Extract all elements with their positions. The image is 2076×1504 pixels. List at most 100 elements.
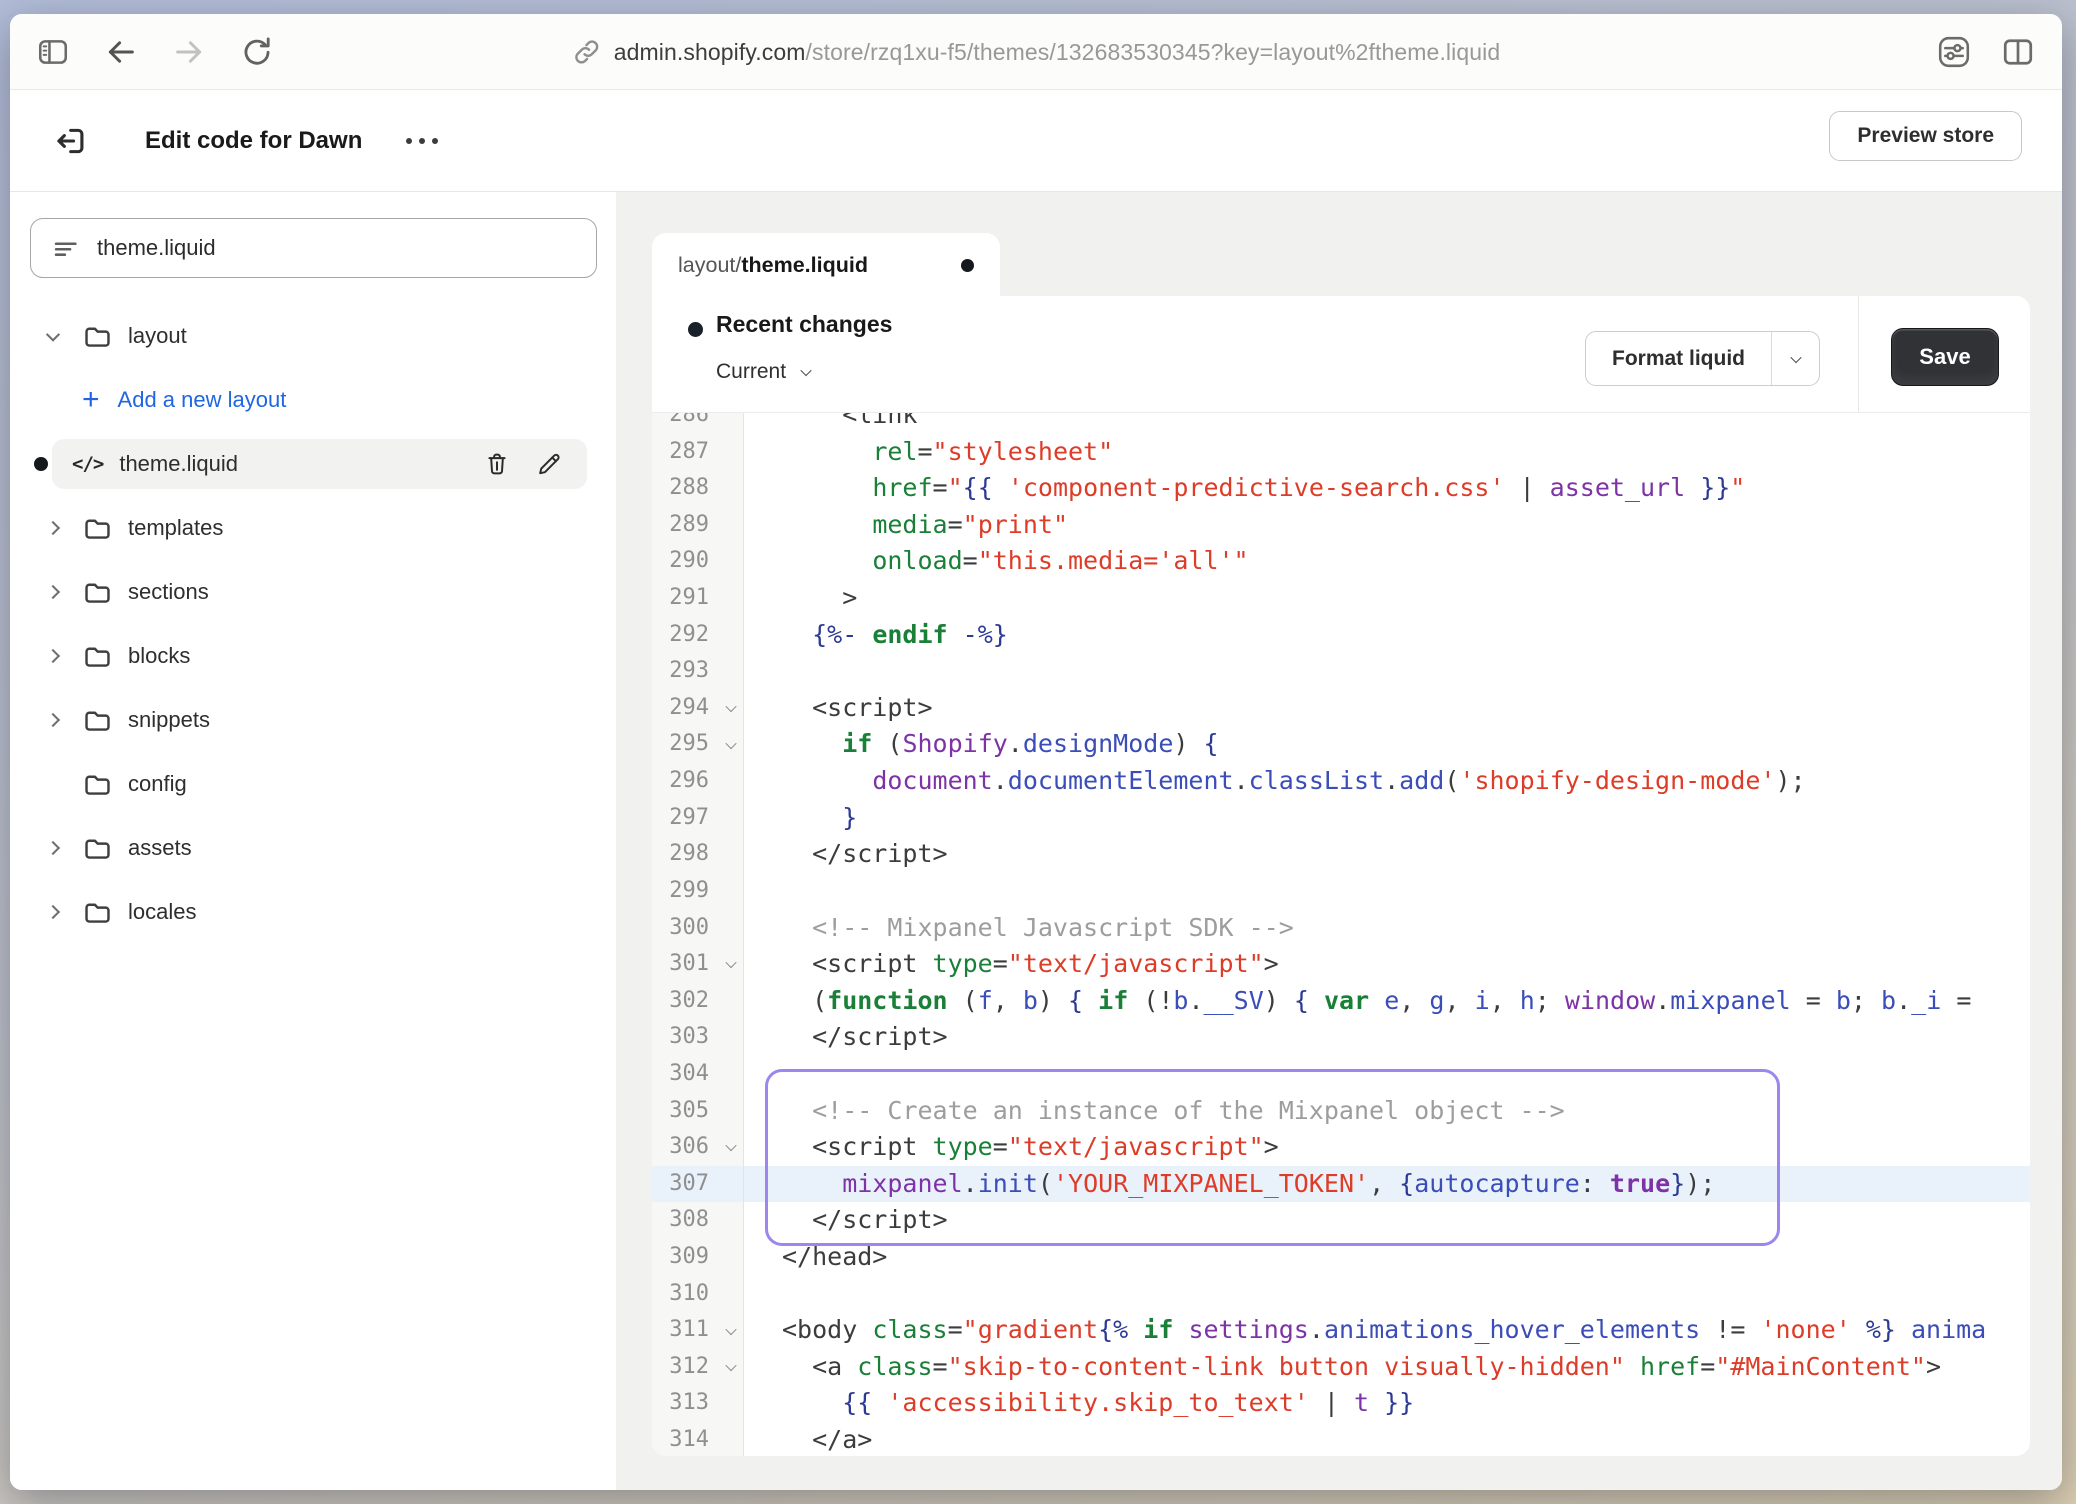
chevron-down-icon[interactable] [46,328,60,342]
delete-file-button[interactable] [483,450,511,478]
save-button[interactable]: Save [1891,328,1999,386]
page-settings-icon[interactable] [1936,34,1972,70]
chevron-right-icon[interactable] [46,521,60,535]
folder-icon [82,833,128,864]
code-line[interactable]: 287 rel="stylesheet" [652,434,2030,471]
code-line[interactable]: 291 > [652,580,2030,617]
code-line[interactable]: 300 <!-- Mixpanel Javascript SDK --> [652,910,2030,947]
code-line-text: {{ 'accessibility.skip_to_text' | t }} [744,1385,2030,1422]
line-gutter: 303 [652,1019,744,1056]
code-line[interactable]: 298 </script> [652,836,2030,873]
line-number: 293 [652,653,743,690]
folder-icon [82,577,128,608]
code-line[interactable]: 302 (function (f, b) { if (!b.__SV) { va… [652,983,2030,1020]
code-line[interactable]: 293 [652,653,2030,690]
code-line[interactable]: 310 [652,1276,2030,1313]
selected-file-pill[interactable]: </>theme.liquid [52,439,587,489]
sidebar-item-templates[interactable]: templates [10,496,616,560]
folder-icon [82,641,128,672]
line-number: 299 [652,873,743,910]
code-line[interactable]: 296 document.documentElement.classList.a… [652,763,2030,800]
editor-toolbar: Recent changes Current Format liquid Sav… [652,296,2030,413]
chevron-right-icon[interactable] [46,585,60,599]
format-liquid-button[interactable]: Format liquid [1586,332,1771,385]
code-line[interactable]: 308 </script> [652,1202,2030,1239]
sidebar-item-locales[interactable]: locales [10,880,616,944]
code-line-text: media="print" [744,507,2030,544]
sidebar-item-snippets[interactable]: snippets [10,688,616,752]
sidebar-item-assets[interactable]: assets [10,816,616,880]
more-actions-icon[interactable] [406,138,438,144]
editor-panel: layout/theme.liquid Recent changes Curre… [616,192,2062,1490]
code-line[interactable]: 295 if (Shopify.designMode) { [652,726,2030,763]
code-line[interactable]: 303 </script> [652,1019,2030,1056]
line-number: 298 [652,836,743,873]
folder-icon [82,705,128,736]
sidebar-item-config[interactable]: config [10,752,616,816]
code-line[interactable]: 297 } [652,800,2030,837]
format-liquid-dropdown[interactable] [1771,332,1819,385]
line-number: 286 [652,413,743,434]
chevron-right-icon[interactable] [46,649,60,663]
line-gutter: 288 [652,470,744,507]
code-line[interactable]: 314 </a> [652,1422,2030,1456]
preview-store-button[interactable]: Preview store [1829,111,2022,161]
code-file-icon: </> [72,453,103,475]
forward-icon[interactable] [172,35,206,69]
sidebar-item-theme.liquid[interactable]: </>theme.liquid [10,432,616,496]
tab-layout-theme-liquid[interactable]: layout/theme.liquid [652,233,1000,297]
code-line[interactable]: 294 <script> [652,690,2030,727]
code-line[interactable]: 290 onload="this.media='all'" [652,543,2030,580]
line-gutter: 311 [652,1312,744,1349]
code-line[interactable]: 299 [652,873,2030,910]
code-line[interactable]: 288 href="{{ 'component-predictive-searc… [652,470,2030,507]
sidebar-item-blocks[interactable]: blocks [10,624,616,688]
code-line[interactable]: 301 <script type="text/javascript"> [652,946,2030,983]
code-line-text [744,1056,2030,1093]
reload-icon[interactable] [240,35,274,69]
sidebar-toggle-icon[interactable] [36,35,70,69]
code-line[interactable]: 304 [652,1056,2030,1093]
code-line[interactable]: 286 <link [652,413,2030,434]
sidebar-item-layout[interactable]: layout [10,304,616,368]
sidebar-item-label: locales [128,899,196,925]
address-bar[interactable]: admin.shopify.com/store/rzq1xu-f5/themes… [572,14,1500,90]
code-line[interactable]: 307 mixpanel.init('YOUR_MIXPANEL_TOKEN',… [652,1166,2030,1203]
sidebar-item-label: blocks [128,643,190,669]
line-number: 296 [652,763,743,800]
code-line[interactable]: 306 <script type="text/javascript"> [652,1129,2030,1166]
code-line-text: </script> [744,1019,2030,1056]
line-number: 288 [652,470,743,507]
sidebar-item-add-a-new-layout[interactable]: +Add a new layout [10,368,616,432]
sidebar-item-sections[interactable]: sections [10,560,616,624]
line-gutter: 298 [652,836,744,873]
file-search-input[interactable] [30,218,597,278]
back-icon[interactable] [104,35,138,69]
chevron-right-icon[interactable] [46,905,60,919]
format-liquid-split-button: Format liquid [1585,331,1820,386]
code-line-text: <script> [744,690,2030,727]
code-line-text: <script type="text/javascript"> [744,1129,2030,1166]
code-line-text: <body class="gradient{% if settings.anim… [744,1312,2030,1349]
folder-icon [82,769,128,800]
chevron-right-icon[interactable] [46,841,60,855]
line-number: 308 [652,1202,743,1239]
code-line[interactable]: 312 <a class="skip-to-content-link butto… [652,1349,2030,1386]
code-area[interactable]: 286 <link287 rel="stylesheet"288 href="{… [652,413,2030,1456]
code-line[interactable]: 292 {%- endif -%} [652,617,2030,654]
version-dropdown[interactable]: Current [716,360,810,384]
folder-icon [82,321,128,352]
code-line[interactable]: 289 media="print" [652,507,2030,544]
exit-editor-icon[interactable] [53,124,87,158]
code-line[interactable]: 309</head> [652,1239,2030,1276]
code-line-text: <a class="skip-to-content-link button vi… [744,1349,2030,1386]
code-line[interactable]: 305 <!-- Create an instance of the Mixpa… [652,1093,2030,1130]
split-view-icon[interactable] [2000,34,2036,70]
line-gutter: 313 [652,1385,744,1422]
chevron-right-icon[interactable] [46,713,60,727]
rename-file-button[interactable] [535,450,563,478]
line-gutter: 306 [652,1129,744,1166]
code-line[interactable]: 313 {{ 'accessibility.skip_to_text' | t … [652,1385,2030,1422]
code-line[interactable]: 311<body class="gradient{% if settings.a… [652,1312,2030,1349]
sidebar-item-label: snippets [128,707,210,733]
